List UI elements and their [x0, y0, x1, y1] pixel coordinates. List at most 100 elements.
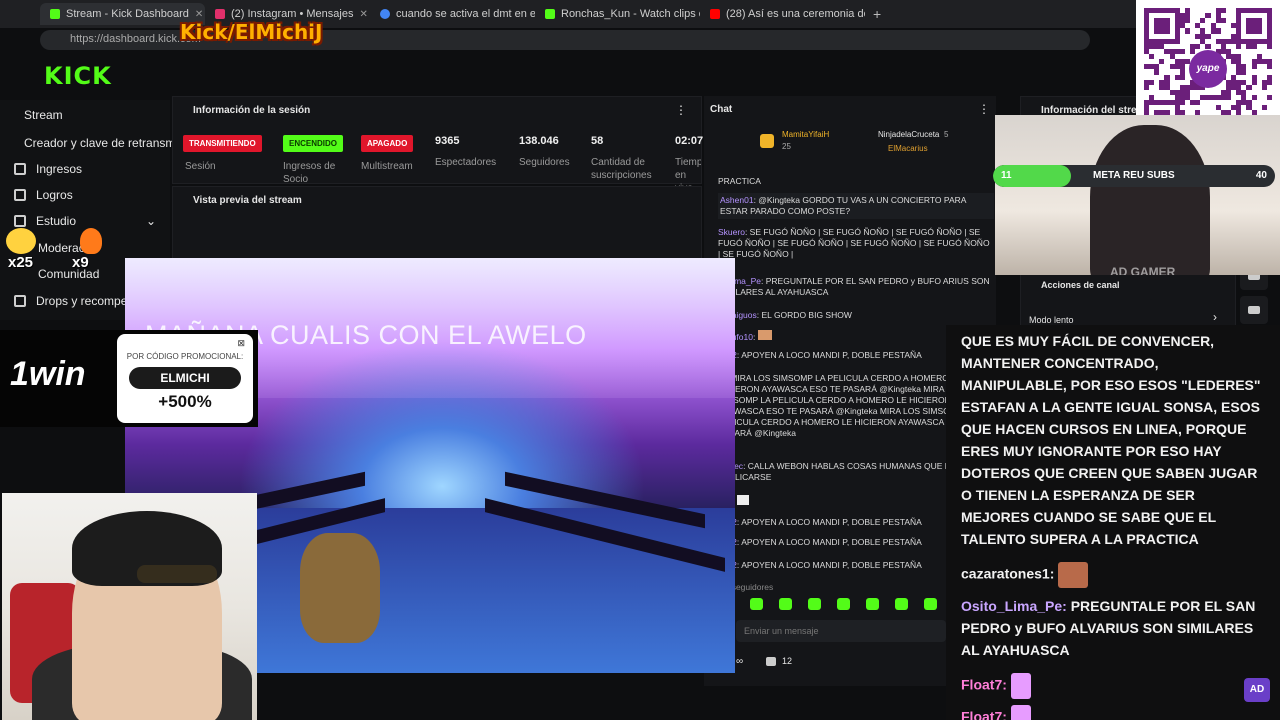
- qr-module: [1179, 95, 1185, 101]
- qr-module: [1215, 28, 1221, 34]
- close-icon[interactable]: ✕: [195, 9, 203, 20]
- qr-module: [1144, 48, 1150, 55]
- qr-module: [1179, 100, 1185, 106]
- badge-caption: Ingresos de Socio: [283, 161, 336, 185]
- infinity-icon[interactable]: ∞: [736, 656, 743, 667]
- qr-module: [1200, 28, 1206, 34]
- trophy-icon: [14, 189, 26, 201]
- qr-module: [1159, 59, 1165, 65]
- channel-overlay-logo: Kick/ElMichiJ: [180, 20, 323, 44]
- chat-text: MIRA LOS SIMSOMP LA PELICULA CERDO A HOM…: [718, 373, 978, 438]
- emote-icon[interactable]: [779, 598, 792, 610]
- qr-module: [1144, 105, 1150, 111]
- tab-label: cuando se activa el dmt en el hum: [396, 8, 535, 20]
- qr-module: [1174, 18, 1180, 24]
- sidebar-item-logros[interactable]: Logros: [14, 188, 73, 202]
- qr-module: [1220, 18, 1226, 24]
- qr-module: [1236, 38, 1242, 44]
- qr-module: [1236, 64, 1242, 70]
- qr-module: [1266, 8, 1272, 14]
- overlay-chat-line: Osito_Lima_Pe: PREGUNTALE POR EL SAN PED…: [961, 595, 1266, 661]
- tab-youtube[interactable]: (28) Así es una ceremonia de ayah ✕: [700, 3, 865, 25]
- qr-module: [1144, 43, 1150, 49]
- qr-module: [1215, 8, 1221, 14]
- more-options-icon[interactable]: ⋮: [675, 103, 687, 117]
- sidebar-item-estudio[interactable]: Estudio ⌄: [14, 214, 156, 228]
- qr-module: [1256, 59, 1262, 65]
- leader-name: NinjadelaCruceta: [878, 130, 940, 139]
- chat-message: o_Lima_Pe: PREGUNTALE POR EL SAN PEDRO y…: [718, 276, 990, 297]
- qr-module: [1220, 43, 1226, 49]
- qr-module: [1164, 84, 1170, 90]
- qr-module: [1205, 13, 1211, 19]
- status-badge: TRANSMITIENDO: [183, 135, 262, 152]
- sidebar-item-creator-key[interactable]: Creador y clave de retransm: [24, 136, 175, 150]
- tab-kick-clips[interactable]: Ronchas_Kun - Watch clips on Kick ✕: [535, 3, 700, 25]
- emote-icon[interactable]: [750, 598, 763, 610]
- qr-module: [1159, 28, 1165, 34]
- qr-module: [1179, 13, 1185, 19]
- chat-bubble-icon: [1248, 306, 1260, 314]
- qr-module: [1144, 38, 1150, 44]
- qr-module: [1159, 23, 1165, 29]
- qr-module: [1231, 38, 1237, 44]
- qr-module: [1256, 54, 1262, 60]
- more-options-icon[interactable]: ⋮: [978, 102, 990, 116]
- qr-module: [1200, 33, 1206, 39]
- emote-icon[interactable]: [924, 598, 937, 610]
- qr-module: [1236, 18, 1242, 24]
- chevron-right-icon[interactable]: ›: [1213, 310, 1217, 324]
- qr-module: [1179, 74, 1185, 80]
- qr-module: [1210, 95, 1216, 101]
- sidebar-item-label: Moderac: [38, 241, 85, 255]
- qr-module: [1200, 38, 1206, 44]
- emote-icon[interactable]: [808, 598, 821, 610]
- close-icon[interactable]: ⊠: [237, 338, 245, 349]
- sidebar-item-ingresos[interactable]: Ingresos: [14, 162, 82, 176]
- overlay-chat: QUE ES MUY FÁCIL DE CONVENCER, MANTENER …: [946, 325, 1280, 720]
- kick-logo: KICK: [44, 62, 112, 90]
- qr-module: [1236, 8, 1242, 14]
- qr-module: [1261, 8, 1267, 14]
- new-tab-button[interactable]: +: [873, 6, 881, 22]
- sidebar-item-label: Logros: [36, 188, 73, 202]
- qr-module: [1149, 43, 1155, 49]
- slow-mode-toggle[interactable]: Modo lento: [1029, 315, 1074, 325]
- qr-module: [1149, 38, 1155, 44]
- qr-module: [1169, 64, 1175, 70]
- leaderboard: MamitaYifaiH 25 NinjadelaCruceta 5 ElMac…: [760, 130, 992, 158]
- qr-module: [1164, 79, 1170, 85]
- stream-screen: Stream - Kick Dashboard ✕ (2) Instagram …: [0, 0, 1280, 720]
- qr-module: [1215, 105, 1221, 111]
- promo-card: ⊠ POR CÓDIGO PROMOCIONAL: ELMICHI +500%: [117, 334, 253, 423]
- side-icon-button[interactable]: [1240, 296, 1268, 324]
- qr-module: [1231, 105, 1237, 111]
- promo-code: ELMICHI: [129, 367, 241, 389]
- qr-module: [1149, 100, 1155, 106]
- leader-count: 25: [782, 142, 791, 151]
- close-icon[interactable]: ✕: [359, 9, 367, 20]
- tab-label: (2) Instagram • Mensajes: [231, 8, 354, 20]
- qr-module: [1144, 84, 1150, 90]
- chat-user[interactable]: Ashen01: [720, 195, 754, 205]
- chat-user[interactable]: Skuero: [718, 227, 745, 237]
- emote-icon[interactable]: [895, 598, 908, 610]
- chat-title: Chat: [710, 104, 733, 115]
- sidebar-item-moderacion[interactable]: Moderac: [38, 241, 85, 255]
- emote-icon[interactable]: [837, 598, 850, 610]
- qr-module: [1246, 18, 1252, 24]
- tab-google[interactable]: cuando se activa el dmt en el hum ✕: [370, 3, 535, 25]
- qr-module: [1225, 79, 1232, 85]
- leader-name: MamitaYifaiH: [782, 130, 830, 139]
- emote-icon[interactable]: [866, 598, 879, 610]
- qr-module: [1251, 38, 1257, 44]
- promo-brand: 1win: [10, 355, 86, 393]
- qr-module: [1154, 100, 1160, 106]
- sidebar-item-stream[interactable]: Stream: [24, 108, 63, 122]
- sidebar-item-drops[interactable]: Drops y recompe: [14, 294, 127, 308]
- viewer-count: 12: [782, 656, 793, 666]
- promo-banner: 1win ⊠ POR CÓDIGO PROMOCIONAL: ELMICHI +…: [0, 330, 258, 427]
- qr-module: [1225, 54, 1232, 60]
- chat-input[interactable]: [736, 620, 946, 642]
- sidebar-item-comunidad[interactable]: Comunidad: [38, 267, 99, 281]
